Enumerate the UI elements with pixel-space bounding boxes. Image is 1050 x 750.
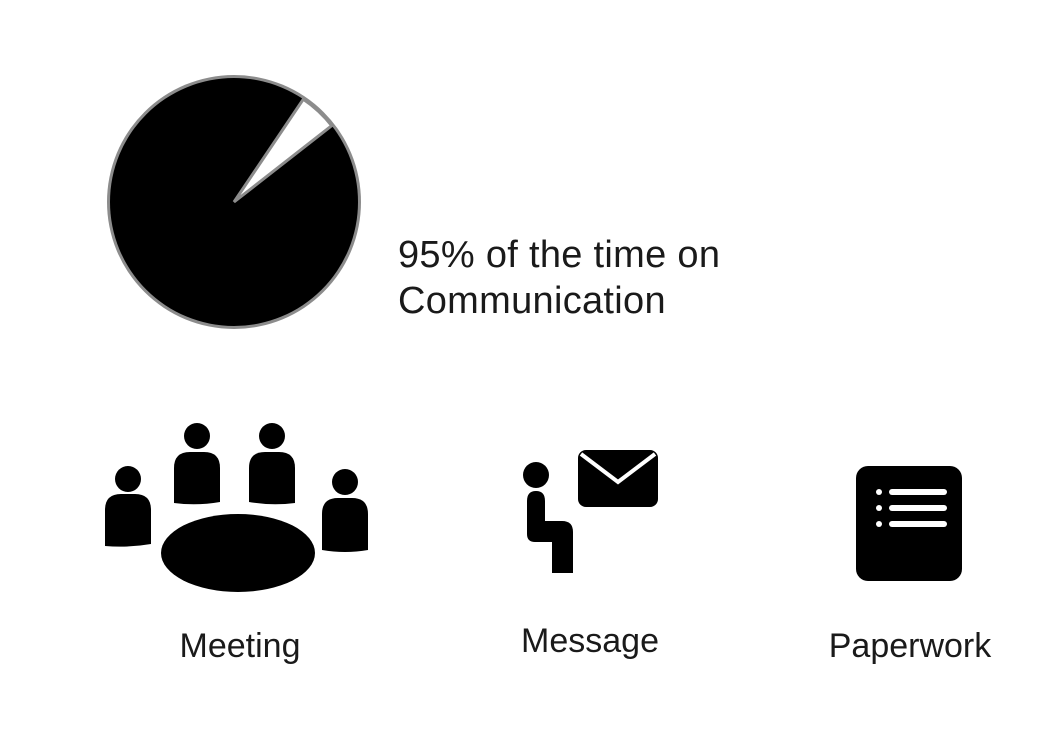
- headline: 95% of the time on Communication: [398, 232, 720, 324]
- meeting-icon: [100, 418, 375, 598]
- headline-line-1: 95% of the time on: [398, 234, 721, 276]
- message-icon: [515, 445, 665, 580]
- headline-line-2: Communication: [398, 280, 666, 322]
- paperwork-label: Paperwork: [828, 627, 992, 665]
- communication-pie: [100, 70, 370, 340]
- message-label: Message: [521, 622, 659, 660]
- pie-svg: [107, 75, 361, 329]
- paperwork-icon: [852, 462, 967, 586]
- meeting-label: Meeting: [179, 627, 301, 665]
